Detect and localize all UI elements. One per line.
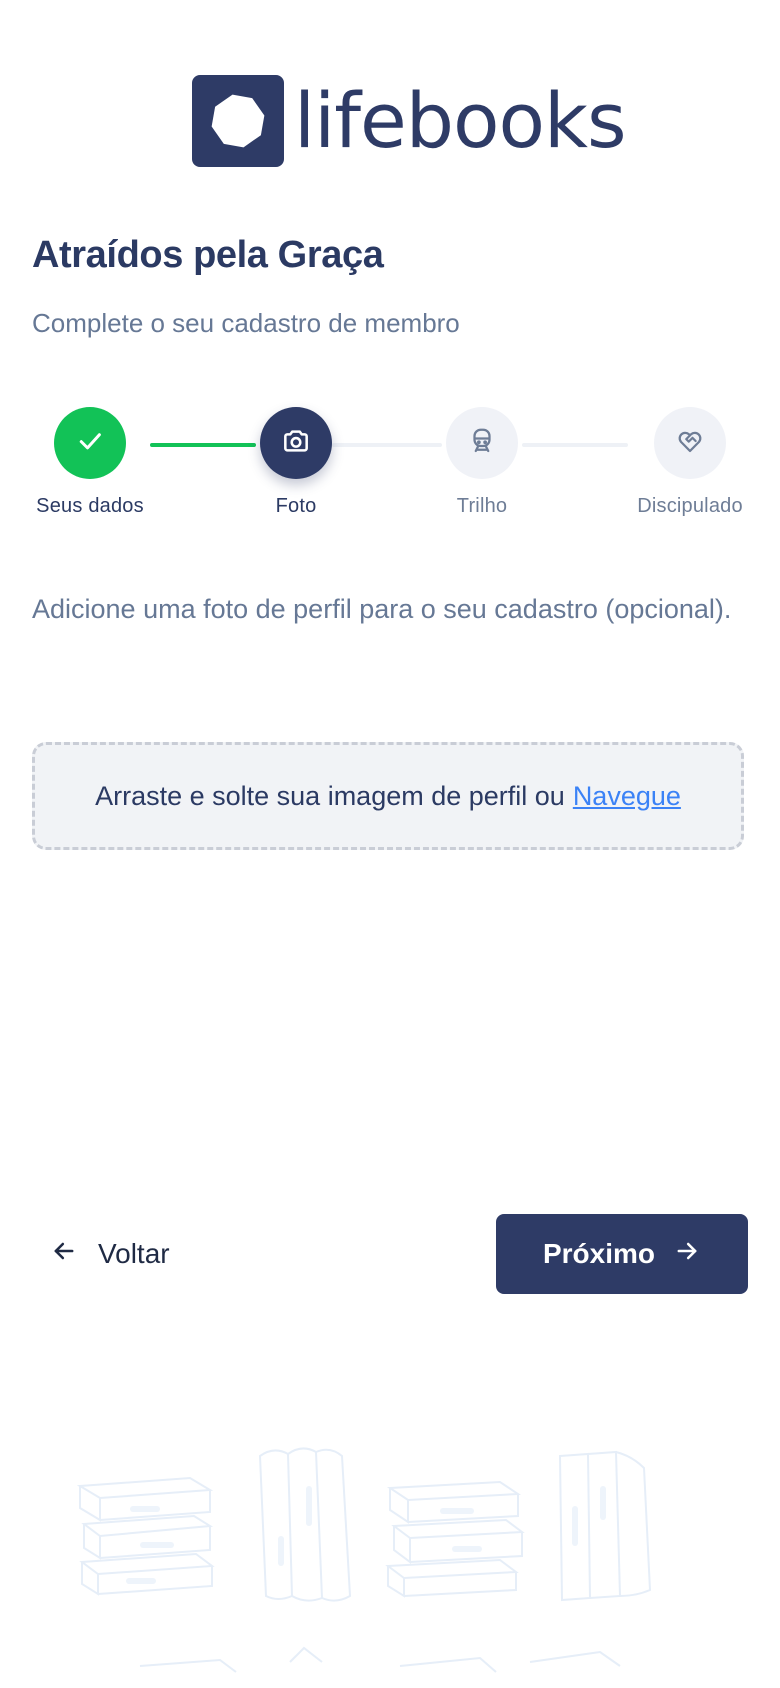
- step-discipulado[interactable]: [654, 407, 726, 479]
- book-stack-illustration: [76, 1476, 215, 1596]
- step-connector-2: [332, 443, 442, 447]
- step-label-trilho: Trilho: [456, 495, 508, 517]
- photo-dropzone[interactable]: Arraste e solte sua imagem de perfil ou …: [32, 742, 744, 850]
- check-icon: [75, 426, 105, 461]
- step-foto[interactable]: [260, 407, 332, 479]
- octagon-logo-icon: [192, 75, 284, 167]
- page-title: Atraídos pela Graça: [32, 234, 384, 276]
- arrow-left-icon: [50, 1237, 98, 1272]
- book-stack-illustration-2: [385, 1480, 525, 1598]
- dropzone-text: Arraste e solte sua imagem de perfil ou: [95, 780, 565, 811]
- step-label-foto: Foto: [275, 495, 317, 517]
- back-button-label: Voltar: [98, 1238, 170, 1269]
- step-seus-dados[interactable]: [54, 407, 126, 479]
- upright-books-illustration: [558, 1450, 652, 1602]
- browse-link[interactable]: Navegue: [573, 781, 681, 812]
- next-button-label: Próximo: [542, 1238, 656, 1269]
- photo-instructions: Adicione uma foto de perfil para o seu c…: [32, 594, 732, 624]
- step-connector-3: [522, 443, 628, 447]
- step-trilho[interactable]: [446, 407, 518, 479]
- heart-handshake-icon: [675, 426, 705, 461]
- page-subtitle: Complete o seu cadastro de membro: [32, 308, 460, 338]
- brand-logo: lifebooks: [192, 75, 627, 167]
- leaning-books-illustration: [258, 1447, 352, 1602]
- step-label-discipulado: Discipulado: [637, 495, 743, 517]
- brand-name: lifebooks: [294, 76, 627, 165]
- arrow-right-icon: [655, 1237, 701, 1272]
- step-connector-1: [150, 443, 256, 447]
- progress-stepper: Seus dados Foto Trilho Discipulado: [0, 407, 780, 527]
- books-background-illustration: [76, 1447, 652, 1673]
- camera-icon: [280, 425, 312, 462]
- step-label-seus-dados: Seus dados: [36, 495, 144, 517]
- back-button[interactable]: Voltar: [50, 1214, 170, 1294]
- train-icon: [467, 426, 497, 461]
- next-button[interactable]: Próximo: [496, 1214, 748, 1294]
